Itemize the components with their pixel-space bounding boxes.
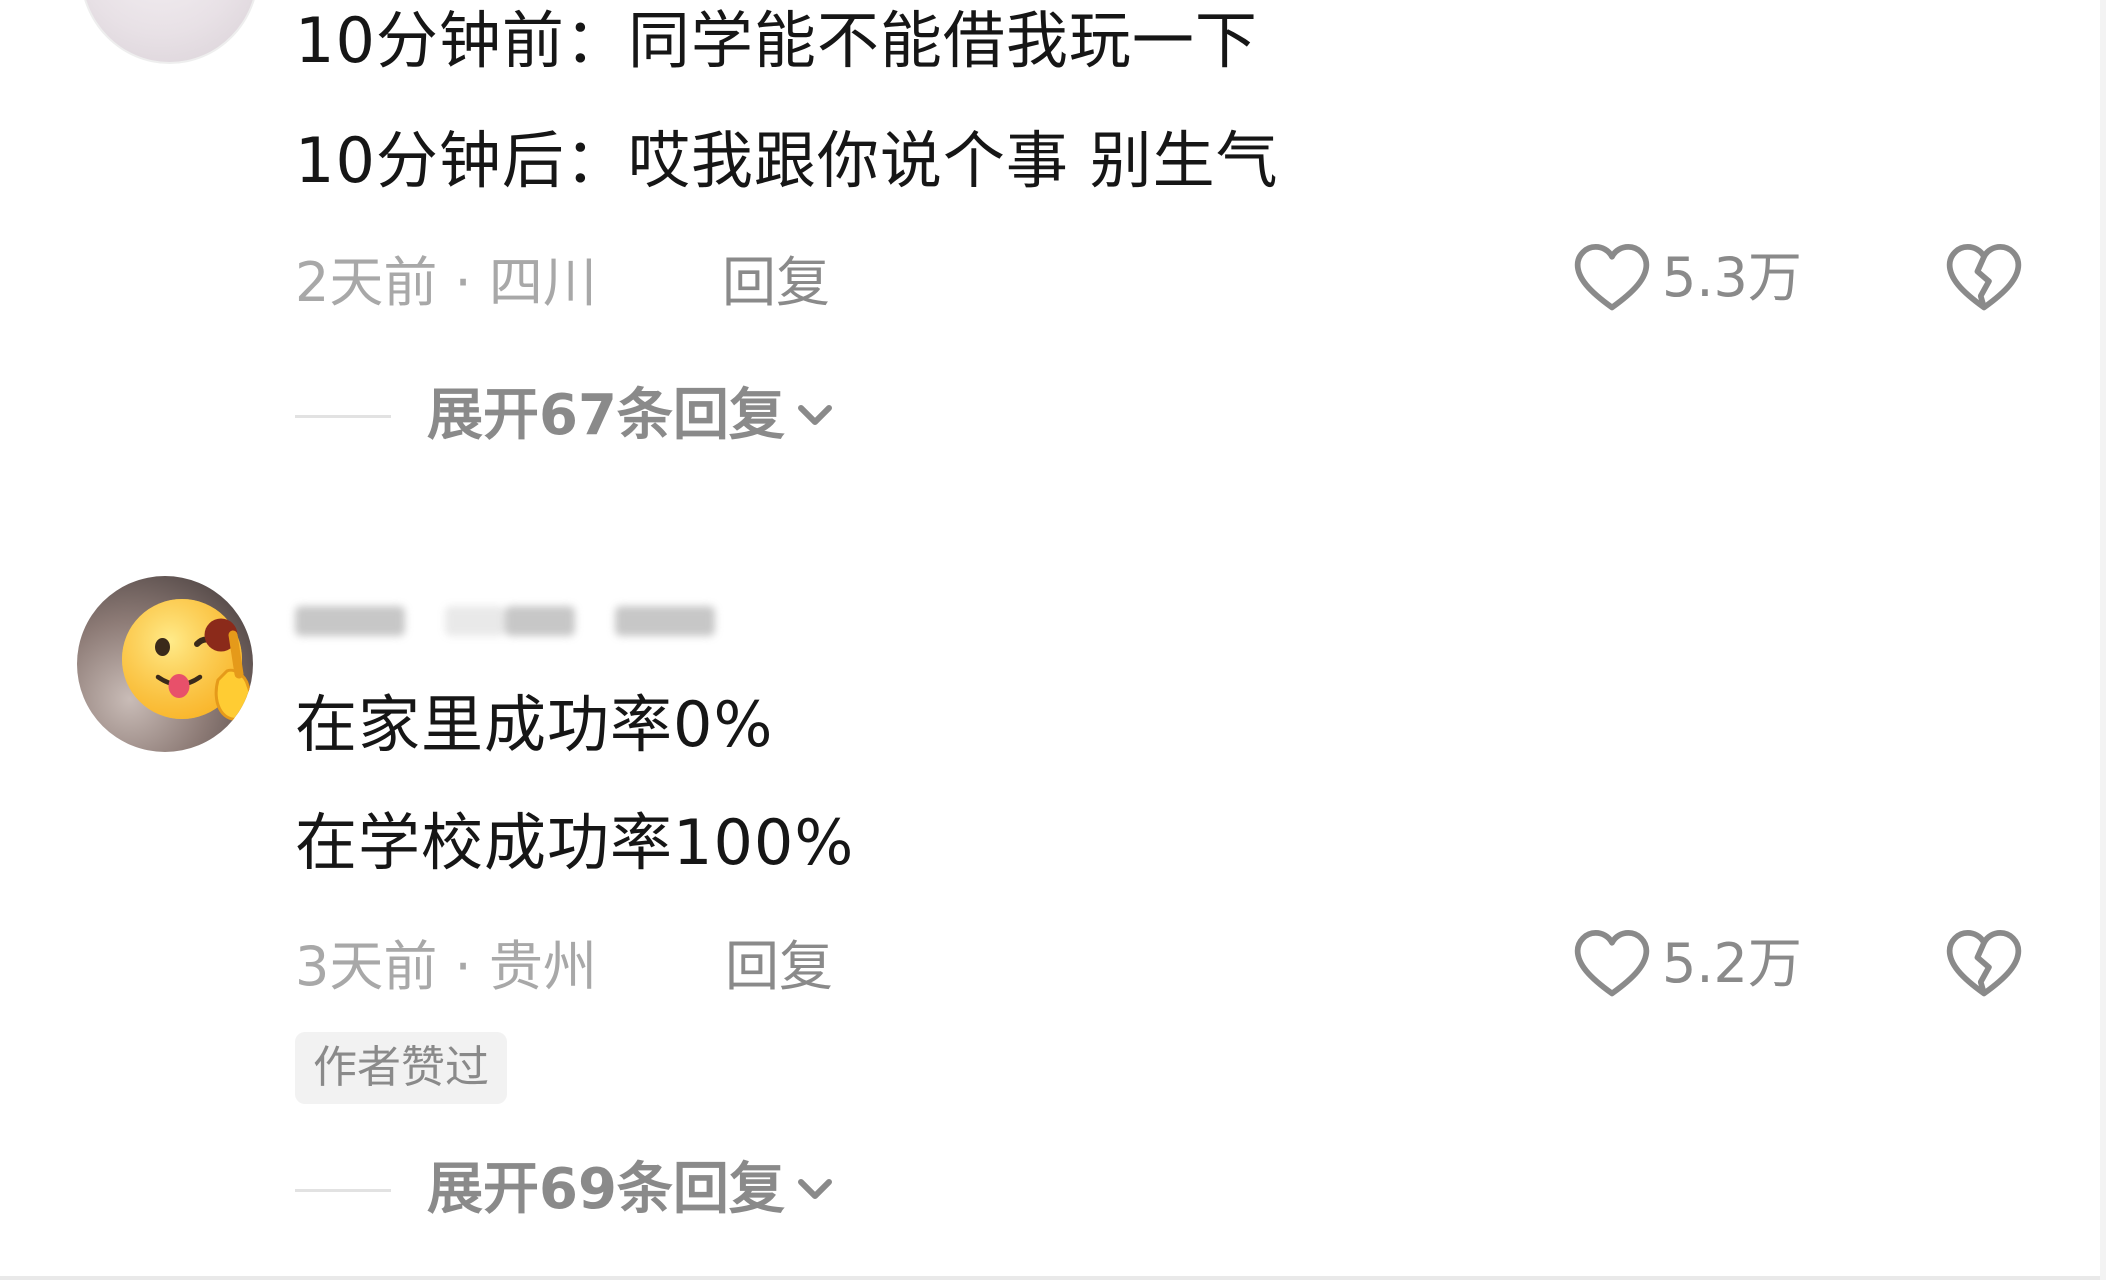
- dislike-button[interactable]: [1944, 242, 2024, 318]
- like-count: 5.2万: [1662, 932, 1802, 995]
- comment-text-line: 在学校成功率100%: [295, 806, 855, 879]
- like-button[interactable]: 5.3万: [1572, 242, 1802, 314]
- reply-button[interactable]: 回复: [725, 940, 833, 994]
- tongue-out-thumbs-up-emoji: [122, 599, 253, 721]
- comment-location: 四川: [488, 251, 597, 314]
- broken-heart-icon: [1946, 930, 2022, 997]
- username-blurred[interactable]: [295, 598, 715, 644]
- chevron-down-icon: [797, 1179, 832, 1199]
- comment-time: 2天前: [295, 251, 438, 314]
- expand-replies-label: 展开67条回复: [427, 383, 785, 448]
- avatar[interactable]: [80, 0, 259, 64]
- comment-text-line: 10分钟前：同学能不能借我玩一下: [295, 4, 1258, 77]
- like-count: 5.3万: [1662, 246, 1802, 309]
- right-edge-shadow: [2100, 0, 2106, 1280]
- comment-text-line: 在家里成功率0%: [295, 688, 774, 761]
- avatar[interactable]: [77, 576, 253, 752]
- comment-time: 3天前: [295, 935, 438, 998]
- comment-location: 贵州: [488, 935, 597, 998]
- author-liked-badge: 作者赞过: [295, 1032, 507, 1104]
- expand-divider: [295, 414, 391, 418]
- expand-replies-button[interactable]: 展开69条回复: [295, 1162, 839, 1218]
- expand-replies-label: 展开69条回复: [427, 1157, 785, 1222]
- broken-heart-icon: [1946, 244, 2022, 311]
- expand-replies-button[interactable]: 展开67条回复: [295, 388, 839, 444]
- expand-divider: [295, 1188, 391, 1192]
- bottom-divider: [0, 1276, 2106, 1280]
- like-button[interactable]: 5.2万: [1572, 928, 1802, 1000]
- comment-item: 在家里成功率0% 在学校成功率100% 3天前 · 贵州 回复 5.2万 作者赞…: [0, 540, 2106, 1280]
- reply-button[interactable]: 回复: [722, 256, 830, 310]
- meta-separator: ·: [454, 935, 489, 998]
- comment-meta: 3天前 · 贵州: [295, 940, 597, 994]
- dislike-button[interactable]: [1944, 928, 2024, 1004]
- comment-meta: 2天前 · 四川: [295, 256, 597, 310]
- heart-outline-icon: [1574, 930, 1650, 997]
- comment-item: 10分钟前：同学能不能借我玩一下 10分钟后：哎我跟你说个事 别生气 2天前 ·…: [0, 0, 2106, 470]
- chevron-down-icon: [797, 405, 832, 425]
- comment-text-line: 10分钟后：哎我跟你说个事 别生气: [295, 124, 1279, 197]
- heart-outline-icon: [1574, 244, 1650, 311]
- meta-separator: ·: [454, 251, 489, 314]
